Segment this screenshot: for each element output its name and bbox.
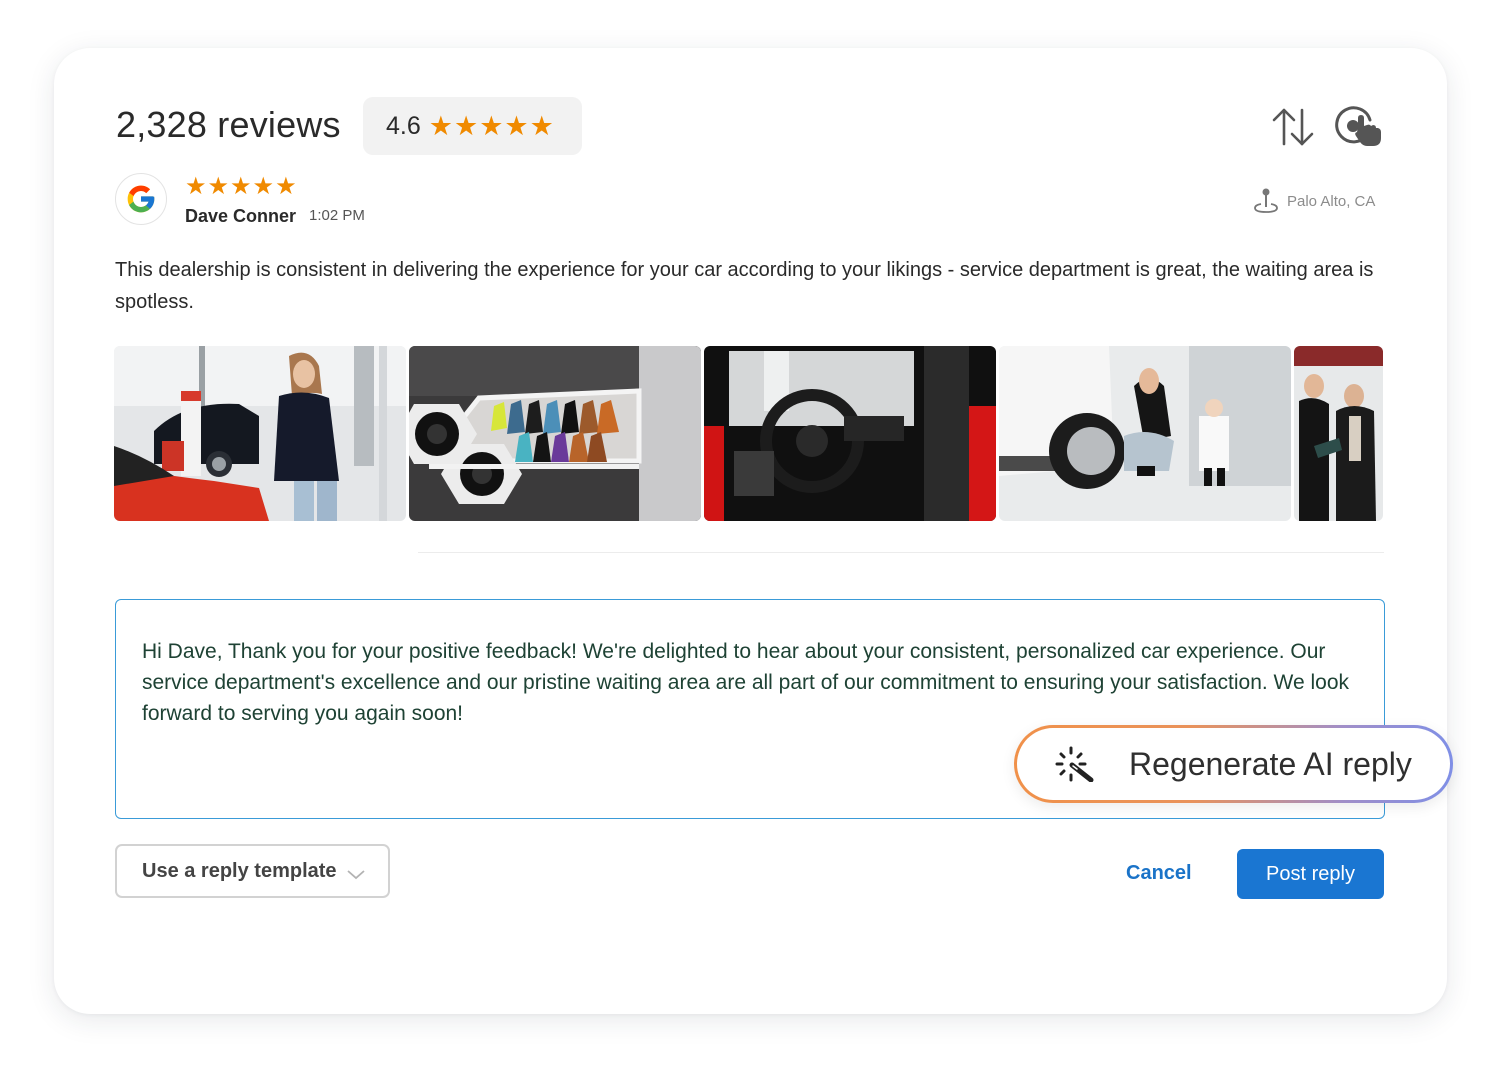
star-icon: ★ [275,173,297,200]
car-interior-image [704,346,996,521]
reviewer-name: Dave Conner [185,206,297,226]
showroom-woman-photo[interactable] [114,346,406,521]
google-logo-icon [127,185,155,213]
tap-target-icon [1335,106,1381,146]
star-icon: ★ [479,110,504,141]
average-rating-badge: 4.6 ★ ★ ★ ★ ★ [363,97,582,155]
leather-samples-image [409,346,701,521]
reply-template-label: Use a reply template [142,859,337,882]
star-icon: ★ [207,173,230,200]
showroom-woman-image [114,346,406,521]
sort-arrows-icon [1272,108,1314,146]
regenerate-label: Regenerate AI reply [1129,745,1412,782]
salesman-image [1294,346,1383,521]
star-icon: ★ [428,110,453,141]
star-icon: ★ [252,173,275,200]
mother-child-image [999,346,1291,521]
cancel-button[interactable]: Cancel [1126,862,1192,885]
reply-template-dropdown[interactable]: Use a reply template [115,844,390,898]
star-icon: ★ [230,173,252,200]
average-rating-value: 4.6 [386,111,421,140]
review-count: 2,328 reviews [116,104,341,145]
magic-wand-sparkle-icon [1055,746,1094,782]
section-divider [418,552,1384,553]
review-stars: ★ ★ ★ ★ ★ [185,175,297,199]
average-rating-stars: ★ ★ ★ ★ ★ [428,110,554,141]
star-icon: ★ [453,110,479,141]
leather-samples-wall-photo[interactable] [409,346,701,521]
regenerate-ai-reply-button[interactable]: Regenerate AI reply [1014,725,1453,803]
mother-child-tire-photo[interactable] [999,346,1291,521]
salesman-customer-photo[interactable] [1294,346,1383,521]
star-icon: ★ [529,110,554,141]
review-photos [114,346,1383,521]
review-body: This dealership is consistent in deliver… [115,259,1374,313]
sort-button[interactable] [1270,106,1316,148]
review-time: 1:02 PM [309,207,365,224]
review-source-avatar [115,173,167,225]
sports-car-interior-photo[interactable] [704,346,996,521]
review-location: Palo Alto, CA [1253,187,1375,215]
reply-text: Hi Dave, Thank you for your positive fee… [142,640,1350,725]
star-icon: ★ [185,173,207,200]
star-icon: ★ [504,110,529,141]
tap-action-button[interactable] [1332,104,1384,150]
location-text: Palo Alto, CA [1287,192,1376,210]
post-reply-button[interactable]: Post reply [1237,849,1384,899]
chevron-down-icon [346,870,365,880]
map-pin-icon [1254,188,1278,213]
